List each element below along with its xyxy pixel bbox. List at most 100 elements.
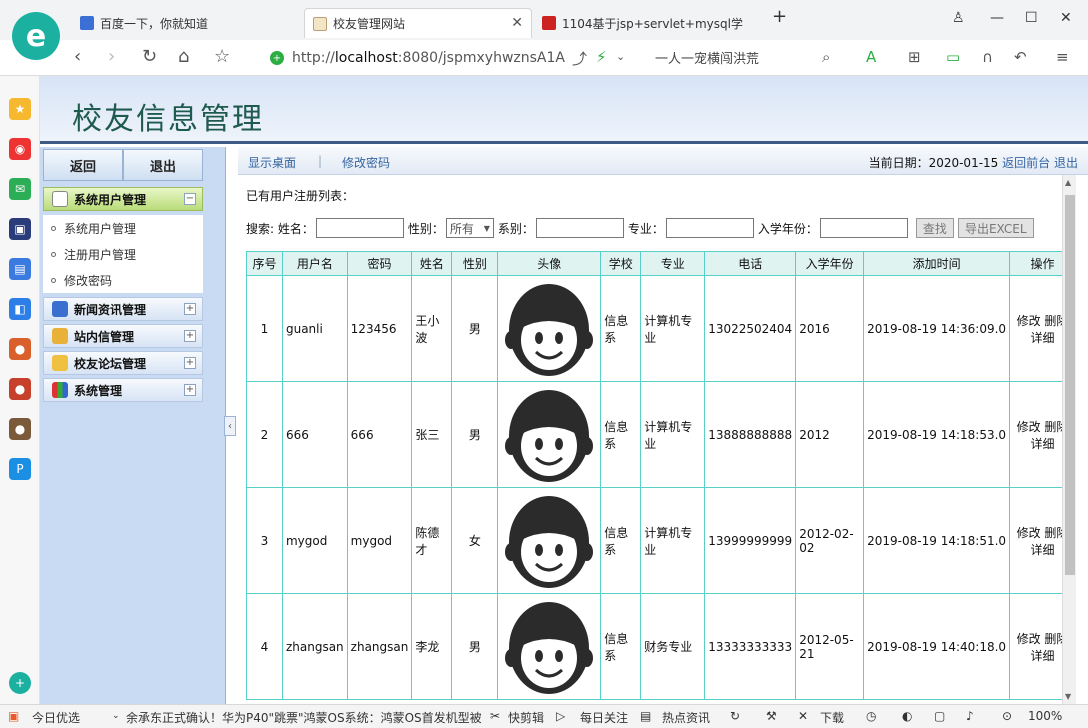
menu-group-forum[interactable]: 校友论坛管理 + bbox=[43, 351, 203, 375]
edit-link[interactable]: 修改 bbox=[1017, 526, 1041, 540]
weibo-icon[interactable]: ◉ bbox=[9, 138, 31, 160]
undo-icon[interactable]: ↶ bbox=[1014, 48, 1027, 66]
menu-sub-change-password[interactable]: 修改密码 bbox=[43, 267, 203, 293]
search-icon[interactable]: ⌕ bbox=[822, 48, 830, 66]
show-desktop-link[interactable]: 显示桌面 bbox=[248, 154, 296, 171]
detail-link[interactable]: 详细 bbox=[1031, 331, 1055, 345]
doc-icon[interactable]: ▤ bbox=[9, 258, 31, 280]
mail-icon[interactable]: ✉ bbox=[9, 178, 31, 200]
hot-label[interactable]: 热点资讯 bbox=[662, 709, 710, 726]
news-label[interactable]: 今日优选 bbox=[32, 709, 80, 726]
menu-sub-registered-users[interactable]: 注册用户管理 bbox=[43, 241, 203, 267]
menu-sub-system-users[interactable]: 系统用户管理 bbox=[43, 215, 203, 241]
expand-icon[interactable]: + bbox=[184, 357, 196, 369]
share-icon[interactable]: ⤴ bbox=[572, 48, 587, 69]
scroll-up-icon[interactable]: ▲ bbox=[1065, 178, 1071, 187]
translate-icon[interactable]: A bbox=[866, 48, 876, 66]
cell-avatar bbox=[497, 275, 602, 382]
chevron-down-icon[interactable]: ⌄ bbox=[616, 50, 625, 63]
lightning-icon[interactable]: ⚡ bbox=[596, 48, 607, 66]
apps-icon[interactable]: ⊞ bbox=[908, 48, 921, 66]
clip-label[interactable]: 快剪辑 bbox=[508, 709, 544, 726]
vertical-scrollbar[interactable]: ▲ ▼ bbox=[1062, 175, 1076, 704]
star-icon[interactable]: ☆ bbox=[214, 46, 230, 67]
detail-link[interactable]: 详细 bbox=[1031, 649, 1055, 663]
zoom-level[interactable]: 100% bbox=[1028, 709, 1062, 723]
menu-group-messages[interactable]: 站内信管理 + bbox=[43, 324, 203, 348]
home-icon[interactable]: ⌂ bbox=[178, 46, 189, 67]
exit-button[interactable]: 退出 bbox=[123, 149, 203, 181]
volume-icon[interactable]: ♪ bbox=[966, 709, 974, 723]
tab-project[interactable]: 1104基于jsp+servlet+mysql学 bbox=[534, 8, 764, 38]
scissors-icon[interactable]: ✂ bbox=[490, 709, 500, 723]
expand-icon[interactable]: + bbox=[184, 303, 196, 315]
collapse-menu-handle[interactable]: ‹ bbox=[224, 416, 236, 436]
forward-icon[interactable]: › bbox=[108, 46, 115, 67]
menu-icon[interactable]: ≡ bbox=[1056, 48, 1069, 66]
clock-icon[interactable]: ◷ bbox=[866, 709, 876, 723]
cell-time: 2019-08-19 14:36:09.0 bbox=[863, 275, 1011, 382]
tools-icon[interactable]: ⚒ bbox=[766, 709, 777, 723]
battery-icon[interactable]: ▭ bbox=[946, 48, 960, 66]
close-tab-icon[interactable]: ✕ bbox=[511, 15, 523, 31]
back-to-front-link[interactable]: 返回前台 bbox=[1002, 156, 1050, 170]
download-label[interactable]: 下载 bbox=[820, 709, 844, 726]
reload-icon[interactable]: ↻ bbox=[142, 46, 157, 67]
new-tab-icon[interactable]: + bbox=[772, 6, 787, 27]
favorites-icon[interactable]: ★ bbox=[9, 98, 31, 120]
back-button[interactable]: 返回 bbox=[43, 149, 123, 181]
edit-link[interactable]: 修改 bbox=[1017, 632, 1041, 646]
app-icon-2[interactable]: ● bbox=[9, 378, 31, 400]
back-icon[interactable]: ‹ bbox=[74, 46, 81, 67]
tab-alumni-site[interactable]: 校友管理网站 ✕ bbox=[304, 8, 532, 38]
edit-link[interactable]: 修改 bbox=[1017, 314, 1041, 328]
detail-link[interactable]: 详细 bbox=[1031, 543, 1055, 557]
play-icon[interactable]: ▷ bbox=[556, 709, 565, 723]
chat-icon[interactable]: ◧ bbox=[9, 298, 31, 320]
expand-icon[interactable]: + bbox=[184, 384, 196, 396]
detail-link[interactable]: 详细 bbox=[1031, 437, 1055, 451]
zoom-icon[interactable]: ⊙ bbox=[1002, 709, 1012, 723]
headphones-icon[interactable]: ∩ bbox=[982, 48, 993, 66]
gift-icon[interactable]: ▣ bbox=[8, 709, 19, 723]
export-excel-button[interactable]: 导出EXCEL bbox=[957, 218, 1034, 238]
collapse-icon[interactable]: − bbox=[184, 193, 196, 205]
daily-label[interactable]: 每日关注 bbox=[580, 709, 628, 726]
menu-group-news[interactable]: 新闻资讯管理 + bbox=[43, 297, 203, 321]
refresh-icon[interactable]: ↻ bbox=[730, 709, 740, 723]
window-icon[interactable]: ▢ bbox=[934, 709, 945, 723]
close-window-icon[interactable]: ✕ bbox=[1060, 10, 1072, 26]
gender-select[interactable]: 所有 ▼ bbox=[445, 218, 494, 238]
year-search-input[interactable] bbox=[819, 218, 908, 238]
maximize-icon[interactable]: ☐ bbox=[1025, 10, 1038, 26]
dept-search-input[interactable] bbox=[535, 218, 624, 238]
forum-icon bbox=[52, 355, 68, 371]
name-search-input[interactable] bbox=[315, 218, 404, 238]
add-sidebar-icon[interactable]: + bbox=[9, 672, 31, 694]
cell-year: 2012-05-21 bbox=[795, 593, 865, 700]
news-headline[interactable]: 余承东正式确认！华为P40"跳票"鸿蒙OS系统：鸿蒙OS首发机型被 bbox=[126, 709, 482, 726]
minimize-icon[interactable]: — bbox=[990, 10, 1004, 26]
menu-group-system[interactable]: 系统管理 + bbox=[43, 378, 203, 402]
shirt-skin-icon[interactable]: ♙ bbox=[952, 10, 965, 26]
edit-link[interactable]: 修改 bbox=[1017, 420, 1041, 434]
app-icon[interactable]: ● bbox=[9, 338, 31, 360]
major-search-input[interactable] bbox=[665, 218, 754, 238]
search-suggestion[interactable]: 一人一宠横闯洪荒 bbox=[655, 48, 759, 67]
menu-group-system-users[interactable]: 系统用户管理 − bbox=[43, 187, 203, 211]
find-button[interactable]: 查找 bbox=[915, 218, 954, 238]
screenshot-icon[interactable]: ◐ bbox=[902, 709, 912, 723]
scroll-down-icon[interactable]: ▼ bbox=[1065, 692, 1071, 701]
mute-icon[interactable]: ✕ bbox=[798, 709, 808, 723]
tab-baidu[interactable]: 百度一下，你就知道 bbox=[72, 8, 302, 38]
expand-icon[interactable]: + bbox=[184, 330, 196, 342]
game-icon[interactable]: ▣ bbox=[9, 218, 31, 240]
p-app-icon[interactable]: P bbox=[9, 458, 31, 480]
news-icon[interactable]: ▤ bbox=[640, 709, 651, 723]
change-password-link[interactable]: 修改密码 bbox=[342, 154, 390, 171]
browser-logo-icon[interactable]: e bbox=[12, 12, 60, 60]
scroll-thumb[interactable] bbox=[1065, 195, 1075, 575]
logout-link[interactable]: 退出 bbox=[1054, 156, 1078, 170]
app-icon-3[interactable]: ● bbox=[9, 418, 31, 440]
dept-label: 系别： bbox=[497, 221, 534, 236]
